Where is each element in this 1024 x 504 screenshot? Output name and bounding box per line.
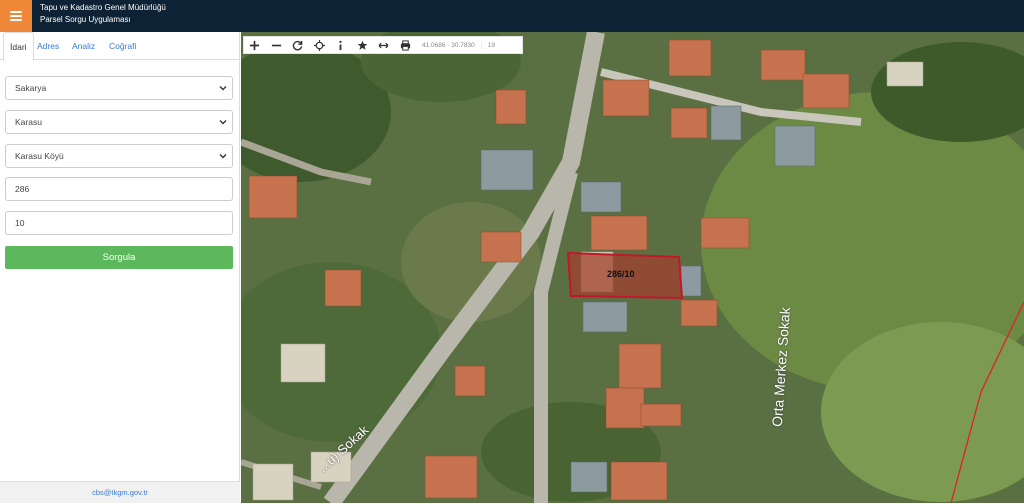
tab-idari[interactable]: İdari xyxy=(3,32,34,61)
app-header: Tapu ve Kadastro Genel Müdürlüğü Parsel … xyxy=(0,0,1024,32)
map-toolbar: 41.0686 · 30.7830 19 xyxy=(243,36,523,54)
hamburger-icon xyxy=(10,11,22,21)
chevron-down-icon xyxy=(219,86,227,91)
parcel-input[interactable]: 10 xyxy=(5,211,233,235)
parcel-value: 10 xyxy=(15,218,25,228)
locate-icon[interactable] xyxy=(309,36,331,54)
star-icon[interactable] xyxy=(352,36,374,54)
neighborhood-select[interactable]: Karasu Köyü xyxy=(5,144,233,168)
menu-button[interactable] xyxy=(0,0,32,32)
district-value: Karasu xyxy=(15,117,42,127)
chevron-down-icon xyxy=(219,120,227,125)
parcel-label: 286/10 xyxy=(607,269,635,279)
district-select[interactable]: Karasu xyxy=(5,110,233,134)
block-input[interactable]: 286 xyxy=(5,177,233,201)
tab-analiz[interactable]: Analiz xyxy=(66,32,101,60)
chevron-down-icon xyxy=(219,154,227,159)
sorgula-button[interactable]: Sorgula xyxy=(5,246,233,269)
neighborhood-value: Karasu Köyü xyxy=(15,151,64,161)
block-value: 286 xyxy=(15,184,30,194)
app-title: Tapu ve Kadastro Genel Müdürlüğü xyxy=(40,3,166,12)
coordinate-readout: 41.0686 · 30.7830 xyxy=(422,41,475,49)
info-icon[interactable] xyxy=(330,36,352,54)
app-subtitle: Parsel Sorgu Uygulaması xyxy=(40,15,131,24)
province-select[interactable]: Sakarya xyxy=(5,76,233,100)
sidebar: İdari Adres Analiz Coğrafi Sakarya Karas… xyxy=(0,32,240,503)
zoom-out-icon[interactable] xyxy=(266,36,288,54)
refresh-icon[interactable] xyxy=(287,36,309,54)
tab-adres[interactable]: Adres xyxy=(31,32,65,60)
province-value: Sakarya xyxy=(15,83,47,93)
tab-bar: İdari Adres Analiz Coğrafi xyxy=(0,32,240,61)
measure-icon[interactable] xyxy=(373,36,395,54)
print-icon[interactable] xyxy=(395,36,417,54)
tab-cografi[interactable]: Coğrafi xyxy=(103,32,142,60)
zoom-level: 19 xyxy=(480,41,501,49)
zoom-in-icon[interactable] xyxy=(244,36,266,54)
footer-email-link[interactable]: cbs@tkgm.gov.tr xyxy=(0,481,240,503)
